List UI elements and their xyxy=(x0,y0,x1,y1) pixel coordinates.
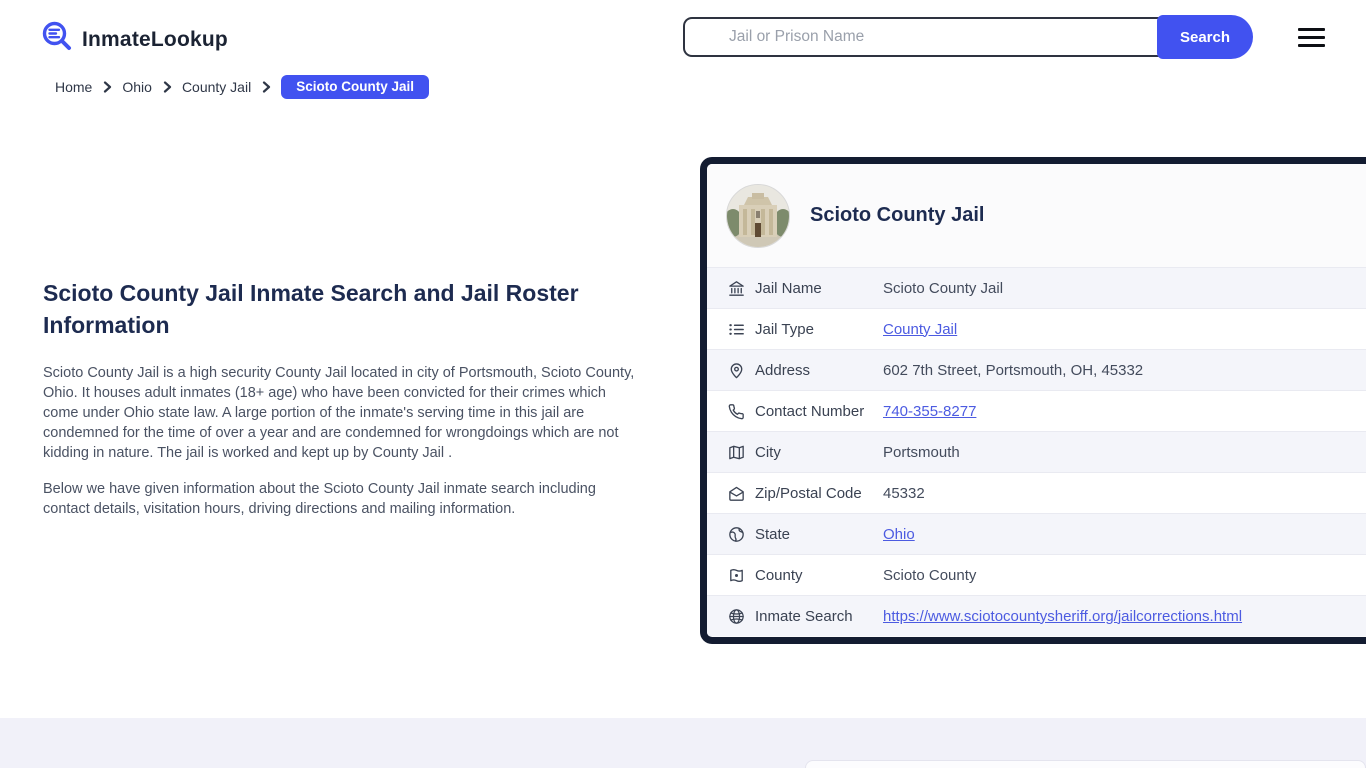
table-row: Zip/Postal Code 45332 xyxy=(707,472,1366,513)
footer-band xyxy=(0,718,1366,768)
row-label: Jail Name xyxy=(755,279,822,297)
row-value: 602 7th Street, Portsmouth, OH, 45332 xyxy=(883,361,1144,379)
row-value-link[interactable]: 740-355-8277 xyxy=(883,403,976,420)
row-value-link[interactable]: County Jail xyxy=(883,321,957,338)
table-row: City Portsmouth xyxy=(707,431,1366,472)
breadcrumb-item: County Jail xyxy=(182,79,272,95)
table-row: County Scioto County xyxy=(707,554,1366,595)
phone-icon xyxy=(727,402,746,421)
article-paragraph-2: Below we have given information about th… xyxy=(43,481,596,517)
magnifier-list-icon xyxy=(40,20,74,59)
breadcrumb-current-badge[interactable]: Scioto County Jail xyxy=(281,75,429,99)
table-row: Inmate Search https://www.sciotocountysh… xyxy=(707,595,1366,636)
page-title: Scioto County Jail Inmate Search and Jai… xyxy=(43,280,579,338)
chevron-right-icon xyxy=(163,81,172,93)
search-button[interactable]: Search xyxy=(1157,15,1253,59)
row-value-link[interactable]: Ohio xyxy=(883,526,915,543)
row-value: Scioto County xyxy=(883,566,977,584)
table-row: State Ohio xyxy=(707,513,1366,554)
table-row: Jail Type County Jail xyxy=(707,308,1366,349)
county-map-icon xyxy=(727,566,746,585)
article: Scioto County Jail Inmate Search and Jai… xyxy=(43,277,640,535)
list-icon xyxy=(727,320,746,339)
chevron-right-icon xyxy=(104,81,112,93)
breadcrumb-link[interactable]: County Jail xyxy=(182,79,251,95)
row-label: City xyxy=(755,443,781,461)
row-value: Scioto County Jail xyxy=(883,279,1004,297)
breadcrumb: Home Ohio County Jail Scioto County Jail xyxy=(55,75,429,99)
table-row: Jail Name Scioto County Jail xyxy=(707,267,1366,308)
row-label: Contact Number xyxy=(755,402,865,420)
row-label: Inmate Search xyxy=(755,607,853,625)
jail-photo xyxy=(726,183,790,248)
brand-logo[interactable]: InmateLookup xyxy=(40,20,228,59)
search-input[interactable] xyxy=(683,17,1159,57)
row-label: Address xyxy=(755,361,811,379)
jail-info-table: Jail Name Scioto County Jail Jail Type C… xyxy=(707,267,1366,636)
row-label: County xyxy=(755,566,803,584)
footer-card-edge xyxy=(805,760,1366,768)
jail-card-title: Scioto County Jail xyxy=(810,204,985,226)
globe-grid-icon xyxy=(727,607,746,626)
breadcrumb-link[interactable]: Ohio xyxy=(122,79,152,95)
jail-card-header: Scioto County Jail xyxy=(707,164,1366,267)
page: InmateLookup Search Home Ohio County Jai… xyxy=(0,0,1366,768)
bank-icon xyxy=(727,279,746,298)
envelope-open-icon xyxy=(727,484,746,503)
row-value: 45332 xyxy=(883,484,925,502)
map-pin-icon xyxy=(727,361,746,380)
menu-hamburger-icon[interactable] xyxy=(1298,28,1325,47)
search-bar: Search xyxy=(683,15,1253,59)
brand-name: InmateLookup xyxy=(82,27,228,51)
chevron-right-icon xyxy=(263,81,271,93)
jail-info-card: Scioto County Jail Jail Name Scioto Coun… xyxy=(700,157,1366,644)
breadcrumb-item: Ohio xyxy=(122,79,173,95)
row-value-link[interactable]: https://www.sciotocountysheriff.org/jail… xyxy=(883,608,1242,625)
breadcrumb-link[interactable]: Home xyxy=(55,79,92,95)
table-row: Contact Number 740-355-8277 xyxy=(707,390,1366,431)
article-paragraph-1: Scioto County Jail is a high security Co… xyxy=(43,365,635,461)
map-icon xyxy=(727,443,746,462)
breadcrumb-item: Home xyxy=(55,79,113,95)
table-row: Address 602 7th Street, Portsmouth, OH, … xyxy=(707,349,1366,390)
row-value: Portsmouth xyxy=(883,443,960,461)
row-label: Zip/Postal Code xyxy=(755,484,862,502)
row-label: Jail Type xyxy=(755,320,814,338)
row-label: State xyxy=(755,525,791,543)
globe-icon xyxy=(727,525,746,544)
